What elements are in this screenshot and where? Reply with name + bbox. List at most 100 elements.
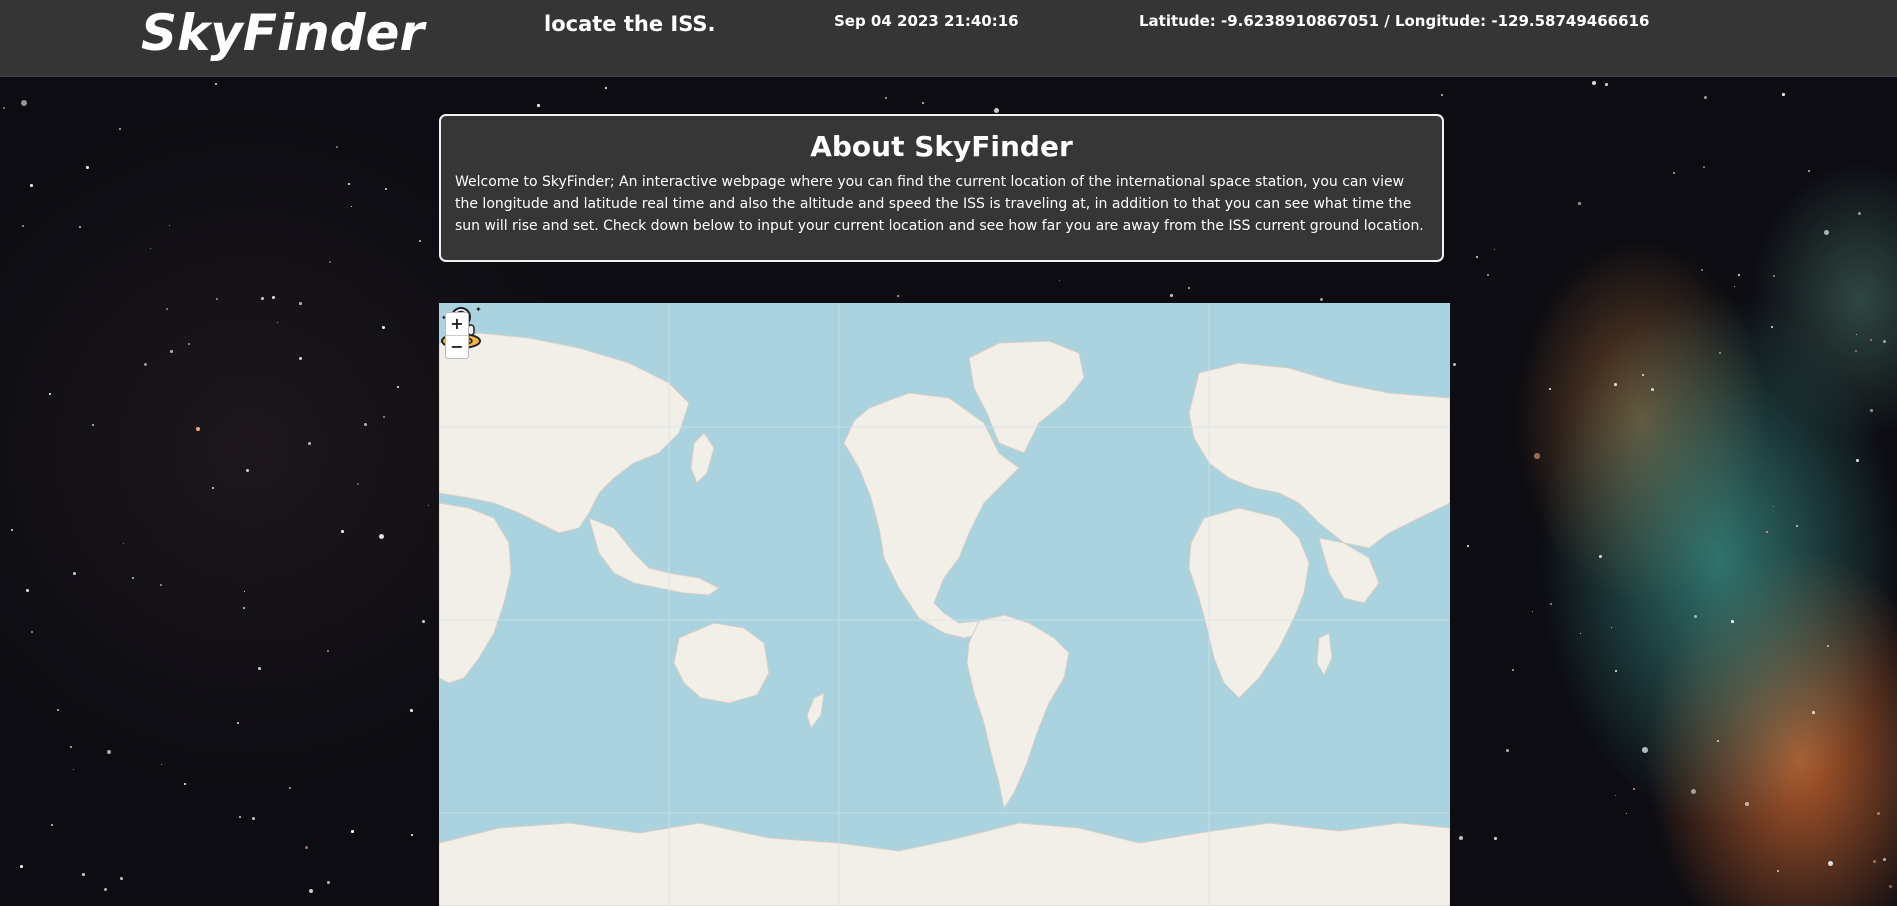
star (51, 824, 54, 827)
current-datetime: Sep 04 2023 21:40:16 (834, 12, 1019, 30)
star (1651, 388, 1654, 391)
star (169, 225, 171, 227)
star (348, 183, 351, 186)
about-title: About SkyFinder (810, 130, 1073, 163)
star (243, 607, 245, 609)
star (1170, 294, 1173, 297)
star (1701, 269, 1704, 272)
zoom-in-button[interactable]: + (446, 313, 468, 335)
star (11, 529, 14, 532)
tagline: locate the ISS. (544, 12, 716, 36)
landmass-madagascar (1316, 632, 1333, 677)
star (419, 240, 421, 242)
star (184, 783, 187, 786)
star (1812, 711, 1815, 714)
star (1883, 858, 1886, 861)
star (410, 709, 413, 712)
zoom-control: + − (445, 312, 469, 359)
star (1703, 166, 1705, 168)
site-header: SkyFinder locate the ISS. Sep 04 2023 21… (0, 0, 1897, 77)
star (1691, 789, 1696, 794)
star (1704, 96, 1707, 99)
star (160, 584, 162, 586)
star (1673, 172, 1675, 174)
star (1487, 274, 1490, 277)
star (196, 427, 200, 431)
star (3, 107, 6, 110)
star (1476, 256, 1479, 259)
star (119, 128, 121, 130)
star (237, 722, 239, 724)
about-panel: About SkyFinder Welcome to SkyFinder; An… (439, 114, 1444, 262)
zoom-out-button[interactable]: − (446, 335, 468, 358)
star (239, 816, 241, 818)
star (364, 423, 367, 426)
star (79, 226, 82, 229)
star (1873, 860, 1876, 863)
star (1856, 459, 1859, 462)
star (382, 326, 385, 329)
star (922, 102, 924, 104)
iss-map[interactable]: + − ✦ ✦ (439, 303, 1450, 906)
star (1642, 747, 1648, 753)
star (1766, 531, 1769, 534)
star (20, 865, 23, 868)
star (428, 505, 430, 507)
star (1611, 627, 1613, 629)
star (82, 873, 85, 876)
star (1796, 525, 1799, 528)
star (422, 620, 425, 623)
star (1777, 870, 1779, 872)
landmass-antarctica (439, 822, 1450, 906)
star (216, 298, 219, 301)
star (341, 530, 344, 533)
star (1719, 352, 1721, 354)
star (1615, 670, 1618, 673)
star (1782, 93, 1785, 96)
iss-coordinates: Latitude: -9.6238910867051 / Longitude: … (1139, 12, 1650, 30)
star (73, 572, 76, 575)
star (1615, 795, 1617, 797)
landmass-new-zealand (806, 692, 825, 730)
star (70, 746, 73, 749)
star (336, 146, 339, 149)
star (170, 350, 173, 353)
star (537, 104, 540, 107)
star (1731, 620, 1734, 623)
star (1453, 363, 1456, 366)
star (92, 424, 94, 426)
svg-text:✦: ✦ (475, 305, 482, 314)
star (1494, 837, 1497, 840)
star (897, 295, 899, 297)
star (1889, 885, 1893, 889)
star (299, 357, 302, 360)
star (605, 87, 607, 89)
brand-logo[interactable]: SkyFinder (141, 4, 424, 62)
star (244, 591, 246, 593)
world-map-tiles (439, 303, 1450, 906)
star (1532, 611, 1534, 613)
star (1808, 170, 1810, 172)
star (161, 764, 163, 766)
star (1858, 212, 1861, 215)
star (1320, 298, 1323, 301)
star (383, 416, 385, 418)
star (132, 577, 134, 579)
star (1855, 350, 1857, 352)
about-body: Welcome to SkyFinder; An interactive web… (455, 174, 1424, 234)
star (1694, 615, 1697, 618)
star (144, 363, 147, 366)
star (212, 487, 215, 490)
star (30, 184, 33, 187)
star (885, 97, 888, 100)
landmass-asia-west (439, 332, 690, 534)
star (1870, 339, 1872, 341)
star (351, 206, 353, 208)
star (1578, 202, 1581, 205)
star (1824, 230, 1829, 235)
star (215, 83, 217, 85)
star (1592, 81, 1596, 85)
star (1856, 334, 1858, 336)
star (1717, 740, 1719, 742)
star (411, 834, 413, 836)
